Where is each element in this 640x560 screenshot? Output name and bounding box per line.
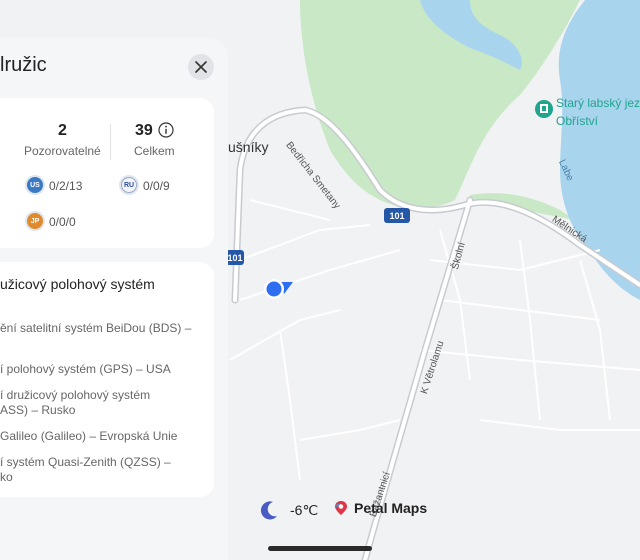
temperature: -6℃ [290, 501, 319, 518]
brand-logo: Petal Maps [334, 500, 427, 516]
observable-count: 2 [58, 122, 67, 139]
panel-title: lružic [0, 54, 47, 76]
svg-text:101: 101 [227, 253, 242, 263]
info-icon[interactable] [158, 122, 174, 138]
road-shield-101-left: 101 [226, 250, 244, 265]
jp-flag-icon: JP [27, 213, 43, 229]
system-item-qzss: í systém Quasi-Zenith (QZSS) – ko [0, 455, 171, 484]
system-item-bds: ění satelitní systém BeiDou (BDS) – [0, 321, 192, 335]
observable-label: Pozorovatelné [24, 144, 101, 158]
us-flag-icon: US [27, 177, 43, 193]
moon-icon [260, 501, 277, 520]
system-item-glonass: í družicový polohový systém ASS) – Rusko [0, 388, 151, 417]
system-item-gps: í polohový systém (GPS) – USA [0, 362, 171, 376]
close-icon [195, 61, 207, 73]
us-satellite-count: 0/2/13 [49, 179, 83, 193]
poi-name-line1[interactable]: Starý labský jez [556, 96, 640, 110]
ru-satellite-count: 0/0/9 [143, 179, 170, 193]
systems-title: užicový polohový systém [0, 276, 155, 292]
ru-flag-icon: RU [121, 177, 137, 193]
brand-name: Petal Maps [354, 500, 428, 516]
total-count: 39 [135, 122, 153, 139]
petal-maps-icon [334, 501, 347, 515]
stats-divider [110, 124, 111, 160]
svg-text:101: 101 [389, 211, 404, 221]
weather-widget[interactable]: -6℃ [258, 498, 318, 522]
home-indicator[interactable] [268, 546, 372, 551]
system-item-galileo: Galileo (Galileo) – Evropská Unie [0, 429, 178, 443]
dam-poi-icon[interactable] [535, 100, 553, 118]
total-label: Celkem [134, 144, 175, 158]
close-button[interactable] [188, 54, 214, 80]
road-shield-101: 101 [384, 208, 410, 223]
jp-satellite-count: 0/0/0 [49, 215, 76, 229]
town-label: ušníky [228, 139, 269, 155]
poi-name-line2[interactable]: Obříství [556, 114, 598, 128]
